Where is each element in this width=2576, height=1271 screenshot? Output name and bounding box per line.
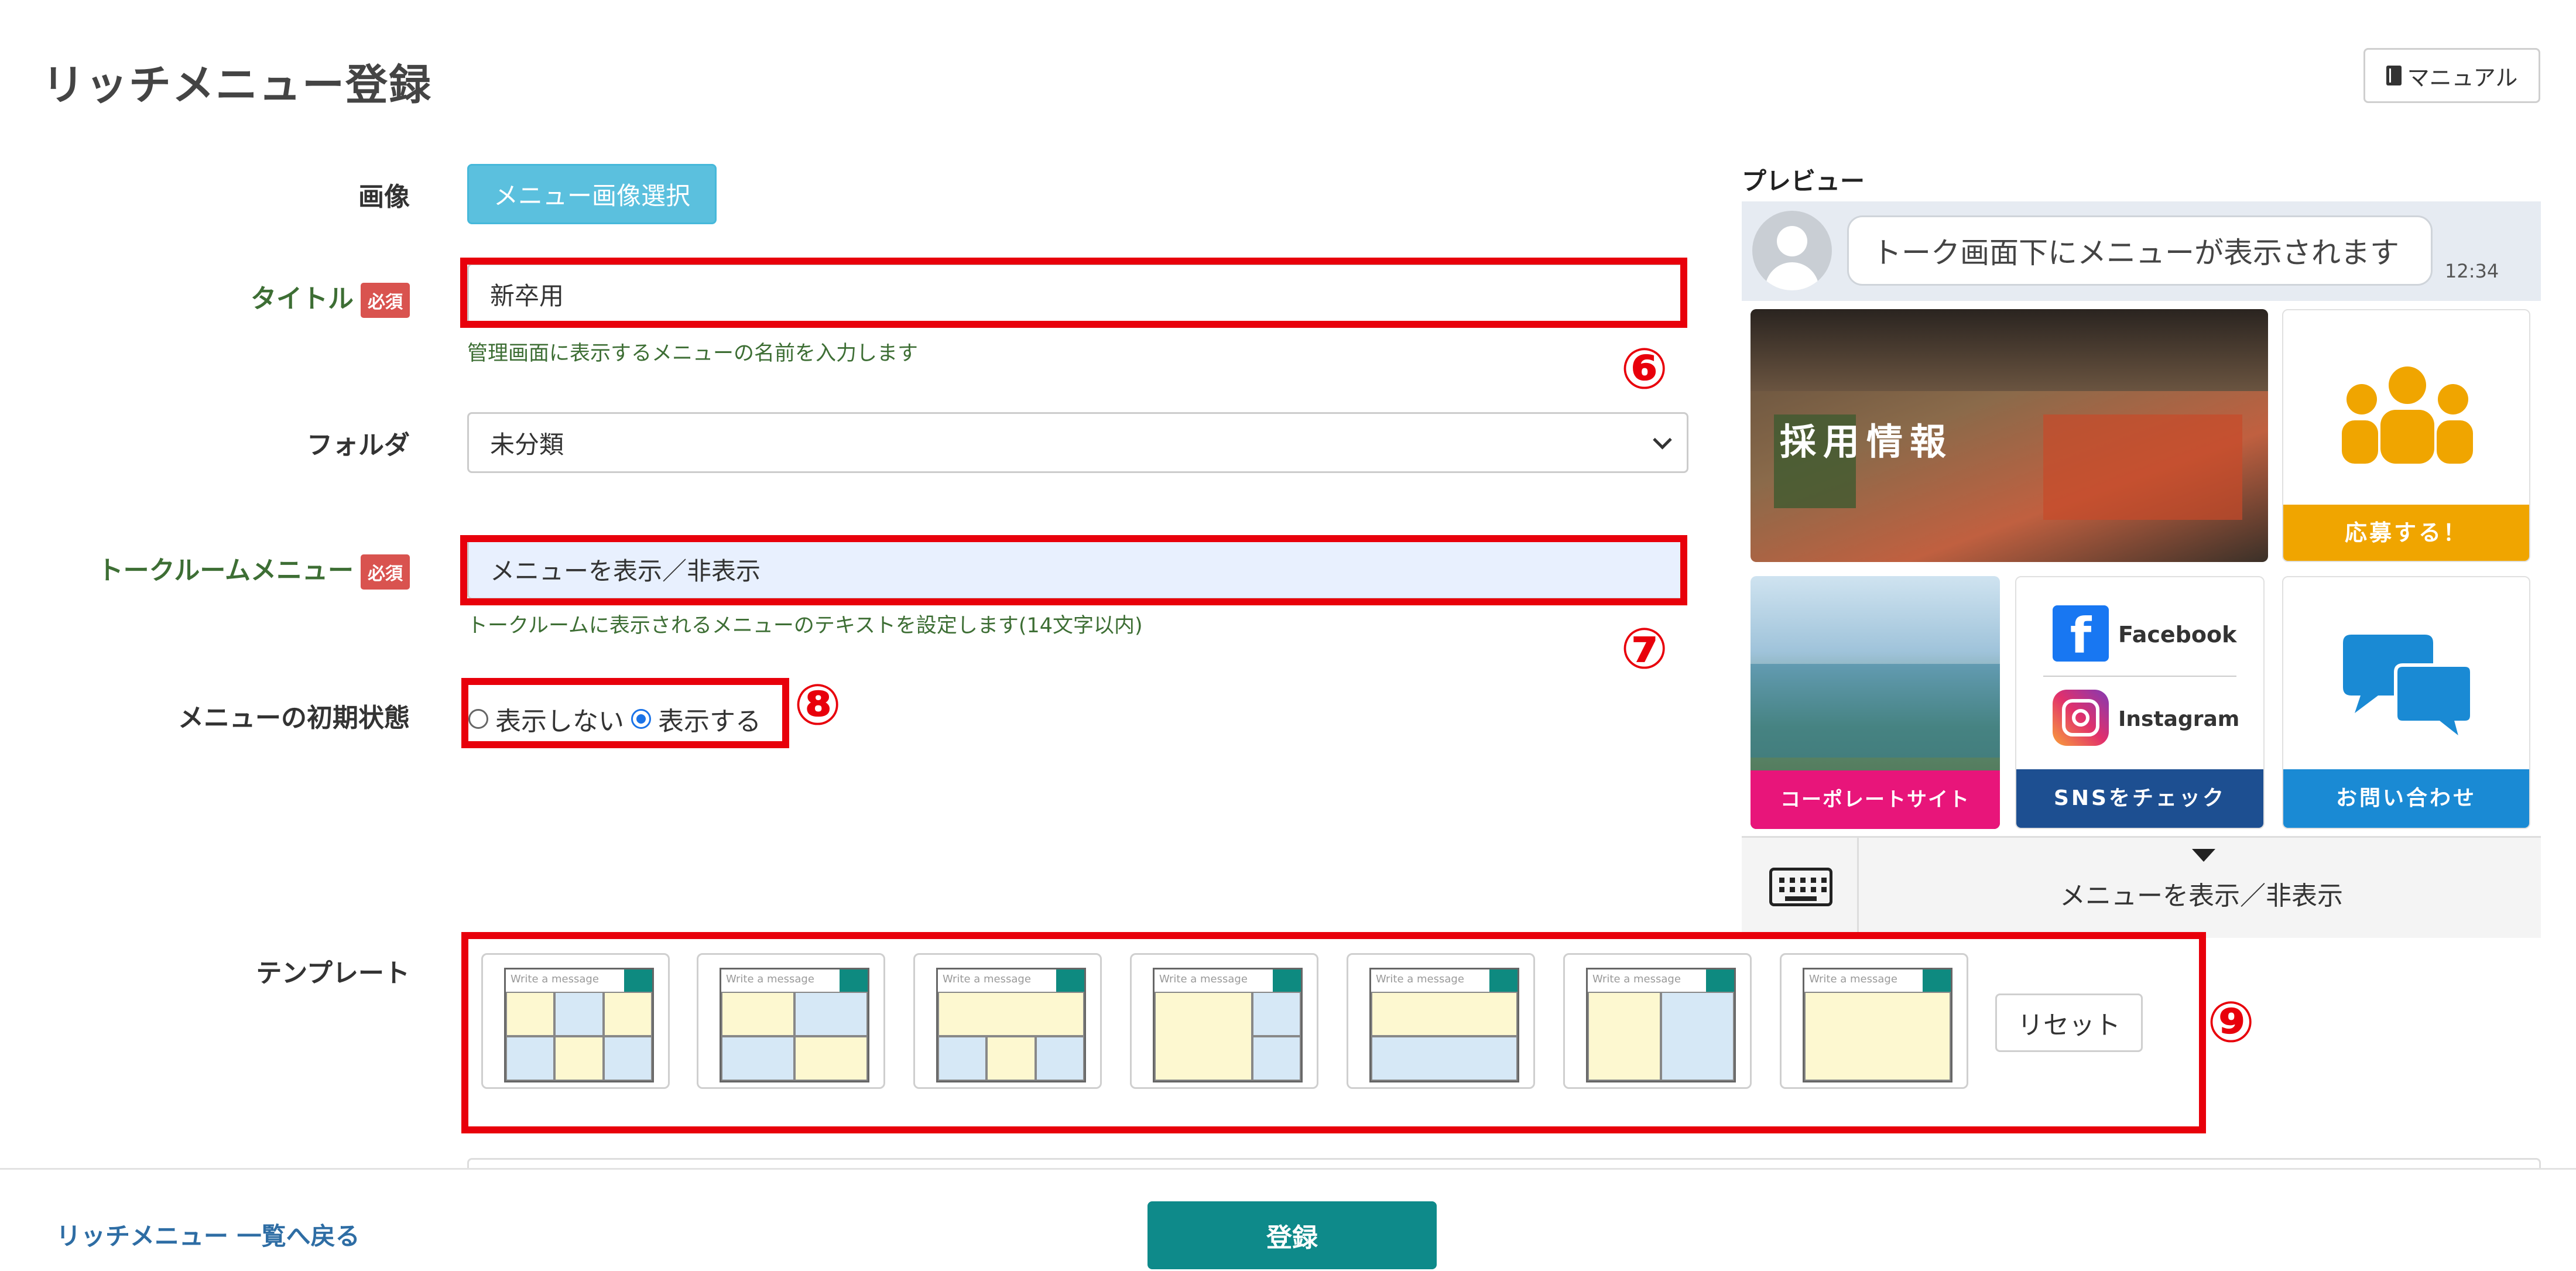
tile-recruit[interactable]: 採用情報: [1751, 309, 2268, 562]
footer-divider: [0, 1168, 2576, 1170]
select-menu-image-button[interactable]: メニュー画像選択: [467, 164, 717, 224]
required-badge: 必須: [361, 283, 410, 318]
keyboard-icon: [1769, 868, 1832, 906]
talk-menu-label: トークルームメニュー: [97, 556, 354, 585]
image-label: 画像: [358, 182, 410, 212]
title-label: タイトル: [251, 284, 354, 314]
facebook-icon: f: [2053, 605, 2109, 664]
tile-contact-label: お問い合わせ: [2283, 769, 2529, 828]
tile-corporate-label: コーポレートサイト: [1751, 770, 2000, 829]
annotation-box-8: [461, 678, 789, 748]
tile-corporate[interactable]: コーポレートサイト: [1751, 576, 2000, 829]
book-icon: [2386, 66, 2402, 85]
annotation-box-9: [461, 932, 2206, 1133]
people-icon: [2342, 366, 2473, 464]
template-label: テンプレート: [256, 958, 410, 988]
facebook-label: Facebook: [2118, 622, 2237, 648]
annotation-number-9: ⑨: [2207, 989, 2255, 1055]
initial-state-label: メニューの初期状態: [178, 703, 410, 733]
avatar: [1752, 211, 1832, 290]
annotation-number-8: ⑧: [794, 672, 842, 738]
page-title: リッチメニュー登録: [42, 60, 433, 109]
folder-selected-value: 未分類: [490, 430, 564, 459]
annotation-number-6: ⑥: [1621, 336, 1669, 402]
menu-toggle-text: メニューを表示／非表示: [2060, 881, 2343, 911]
chat-time: 12:34: [2445, 260, 2499, 282]
back-to-list-link[interactable]: リッチメニュー 一覧へ戻る: [56, 1217, 360, 1252]
submit-button[interactable]: 登録: [1147, 1201, 1437, 1269]
chat-bubble: トーク画面下にメニューが表示されます: [1847, 215, 2433, 286]
title-label-row: タイトル 必須: [35, 278, 410, 318]
annotation-number-7: ⑦: [1621, 616, 1669, 681]
tile-contact[interactable]: お問い合わせ: [2282, 576, 2530, 829]
instagram-label: Instagram: [2118, 707, 2240, 731]
tile-recruit-label: 採用情報: [1780, 420, 1954, 463]
chat-bubbles-icon: [2343, 635, 2474, 745]
tile-sns-label: SNSをチェック: [2016, 769, 2263, 828]
tile-apply-label: 応募する！: [2283, 505, 2529, 561]
preview-label: プレビュー: [1742, 167, 1865, 196]
manual-button[interactable]: マニュアル: [2363, 48, 2540, 103]
title-help: 管理画面に表示するメニューの名前を入力します: [467, 342, 919, 365]
annotation-box-6: [460, 258, 1687, 328]
required-badge: 必須: [361, 554, 410, 590]
instagram-icon: [2053, 690, 2109, 746]
chevron-down-icon: [1653, 430, 1672, 450]
talk-menu-label-row: トークルームメニュー 必須: [35, 549, 410, 590]
manual-label: マニュアル: [2407, 64, 2518, 91]
talk-menu-help: トークルームに表示されるメニューのテキストを設定します(14文字以内): [467, 614, 1143, 638]
folder-label: フォルダ: [307, 430, 410, 460]
triangle-down-icon: [2192, 849, 2215, 862]
tile-sns[interactable]: f Facebook Instagram SNSをチェック: [2015, 576, 2265, 829]
annotation-box-7: [460, 535, 1687, 605]
tile-apply[interactable]: 応募する！: [2282, 309, 2530, 562]
folder-select[interactable]: 未分類: [467, 412, 1688, 473]
